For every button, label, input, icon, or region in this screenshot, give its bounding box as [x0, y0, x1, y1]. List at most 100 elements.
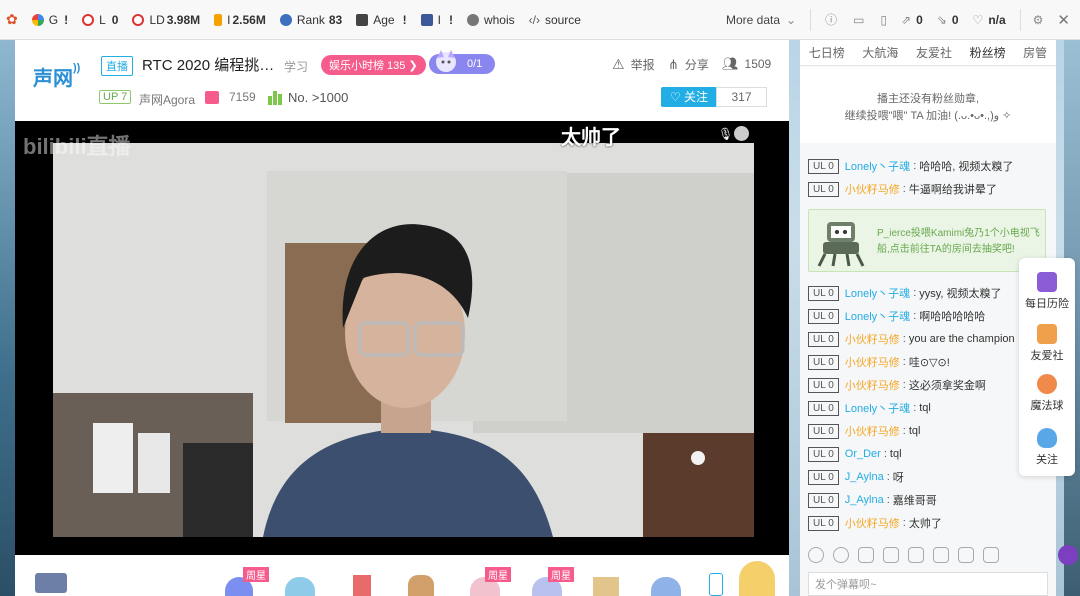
tab-guard[interactable]: 大航海: [862, 44, 898, 61]
tab-fan-rank[interactable]: 粉丝榜: [970, 44, 1006, 61]
castle-icon: [1037, 324, 1057, 344]
monitor-icon[interactable]: ▭: [853, 13, 864, 27]
chat-nick[interactable]: 小伙籽马修: [845, 181, 900, 197]
chat-text: tql: [919, 402, 931, 414]
person-icon: [466, 13, 479, 26]
emoji-icon[interactable]: [808, 547, 824, 563]
video-player[interactable]: bilibili直播 太帅了 🎙︎: [15, 121, 789, 555]
seo-item-l[interactable]: L0: [82, 13, 118, 27]
weekly-star-badge: 周星: [485, 567, 511, 582]
user-level-badge: UL 0: [808, 308, 839, 324]
report-button[interactable]: ⚠ 举报: [612, 56, 655, 73]
user-avatar-icon[interactable]: [734, 126, 749, 141]
chat-panel: 七日榜 大航海 友爱社 粉丝榜 房管 播主还没有粉丝勋章, 继续投喂"喂" TA…: [800, 40, 1078, 596]
gift-item[interactable]: [739, 561, 775, 596]
seo-item-google[interactable]: G!: [31, 13, 68, 27]
seo-item-ld[interactable]: LD 3.98M: [132, 13, 200, 27]
tab-fan-club[interactable]: 友爱社: [916, 44, 952, 61]
room-rank-icon[interactable]: [35, 573, 67, 593]
room-avatar[interactable]: 声网)): [33, 62, 93, 102]
seo-item-bing[interactable]: I 2.56M: [214, 13, 266, 27]
user-level-badge: UL 0: [808, 285, 839, 301]
chat-message: UL 0 Lonely丶子魂: yysy, 视频太糗了: [808, 285, 1002, 301]
image-icon[interactable]: [933, 547, 949, 563]
chat-nick[interactable]: 小伙籽马修: [845, 423, 900, 439]
facebook-icon: [420, 13, 433, 26]
hourly-rank-pill[interactable]: 娱乐小时榜 135 ❯: [321, 55, 426, 75]
follow-button[interactable]: ♡ 关注: [661, 87, 717, 107]
chat-badge-icon[interactable]: [1058, 545, 1078, 565]
ava-pill[interactable]: 0/1: [429, 50, 495, 74]
chat-nick[interactable]: Or_Der: [845, 448, 881, 460]
divider: [1019, 8, 1021, 31]
chat-text: tql: [908, 425, 921, 437]
chat-nick[interactable]: 小伙籽马修: [845, 354, 900, 370]
danmaku-input[interactable]: 发个弹幕呗~: [808, 572, 1048, 596]
live-tag: 直播: [101, 56, 133, 76]
user-level-badge: UL 0: [808, 469, 839, 485]
gear-icon[interactable]: ⚙: [1033, 13, 1044, 27]
gift-item[interactable]: [593, 577, 619, 596]
room-category[interactable]: 学习: [284, 58, 308, 75]
gift-item[interactable]: [709, 573, 723, 596]
gift-item[interactable]: [408, 575, 434, 596]
chat-nick[interactable]: Lonely丶子魂: [845, 158, 910, 174]
side-item-follow[interactable]: 关注: [1019, 428, 1075, 467]
chat-nick[interactable]: 小伙籽马修: [845, 331, 900, 347]
chat-text: tql: [889, 448, 902, 460]
chat-nick[interactable]: J_Aylna: [845, 471, 884, 483]
seo-external-links[interactable]: ⇗ 0: [901, 13, 923, 27]
chat-message: UL 0 小伙籽马修: you are the champion: [808, 331, 1015, 347]
card-icon[interactable]: [908, 547, 924, 563]
gift-item[interactable]: [353, 575, 371, 596]
doc-icon[interactable]: ▯: [880, 13, 887, 27]
seo-internal-links[interactable]: ⇘ 0: [937, 13, 959, 27]
rank-number[interactable]: No. >1000: [268, 90, 348, 105]
edit-icon[interactable]: [958, 547, 974, 563]
side-item-daily-adventure[interactable]: 每日历险: [1019, 272, 1075, 311]
seoquake-logo-icon[interactable]: ✿: [6, 11, 18, 28]
more-data-dropdown[interactable]: More data ⌄: [726, 13, 796, 27]
share-button[interactable]: ⋔ 分享: [668, 56, 709, 73]
seo-item-rank[interactable]: Rank 83: [279, 13, 342, 27]
chat-nick[interactable]: J_Aylna: [845, 494, 884, 506]
info-icon[interactable]: ⓘ: [825, 11, 837, 28]
side-item-fan-club[interactable]: 友爱社: [1019, 324, 1075, 363]
internal-link-icon: ⇘: [936, 12, 947, 27]
seo-item-age[interactable]: Age!: [356, 13, 407, 27]
settings-icon[interactable]: [983, 547, 999, 563]
gift-item[interactable]: [651, 577, 681, 596]
user-level-badge: UL 0: [808, 446, 839, 462]
gift-announcement-text: P_ierce投喂Kamimi兔乃1个小电视飞船,点击前往TA的房间去抽奖吧!: [877, 228, 1040, 255]
seo-item-whois[interactable]: whois: [466, 13, 515, 27]
seo-heart-metric[interactable]: ♡ n/a: [973, 13, 1006, 27]
chat-message: UL 0 Lonely丶子魂: tql: [808, 400, 931, 416]
chat-nick[interactable]: Lonely丶子魂: [845, 308, 910, 324]
chat-nick[interactable]: 小伙籽马修: [845, 377, 900, 393]
chat-nick[interactable]: Lonely丶子魂: [845, 400, 910, 416]
gift-item[interactable]: [285, 577, 315, 596]
tab-seven-day[interactable]: 七日榜: [809, 44, 845, 61]
chat-nick[interactable]: Lonely丶子魂: [845, 285, 910, 301]
seo-item-facebook[interactable]: I!: [420, 13, 453, 27]
chat-message: UL 0 小伙籽马修: tql: [808, 423, 920, 439]
code-icon: ‹/›: [528, 12, 540, 27]
chevron-down-icon: ⌄: [786, 12, 797, 27]
palette-icon[interactable]: [833, 547, 849, 563]
chat-text: 这必须拿奖金啊: [908, 380, 986, 392]
anchor-name[interactable]: 声网Agora: [139, 91, 195, 108]
close-icon[interactable]: ✕: [1057, 11, 1070, 29]
screen-share-icon[interactable]: [883, 547, 899, 563]
tab-room-admin[interactable]: 房管: [1023, 44, 1047, 61]
follower-count: 317: [716, 87, 767, 107]
user-level-badge: UL 0: [808, 158, 839, 174]
adventure-icon: [1037, 272, 1057, 292]
bing-icon: [214, 13, 223, 26]
seo-item-source[interactable]: ‹/› source: [529, 13, 581, 27]
gift-bar: 周星 周星 周星: [15, 555, 789, 596]
chat-nick[interactable]: 小伙籽马修: [845, 515, 900, 531]
user-level-badge: UL 0: [808, 515, 839, 531]
side-item-magic-ball[interactable]: 魔法球: [1019, 374, 1075, 413]
star-icon[interactable]: [858, 547, 874, 563]
gift-announcement[interactable]: P_ierce投喂Kamimi兔乃1个小电视飞船,点击前往TA的房间去抽奖吧!: [808, 209, 1046, 272]
